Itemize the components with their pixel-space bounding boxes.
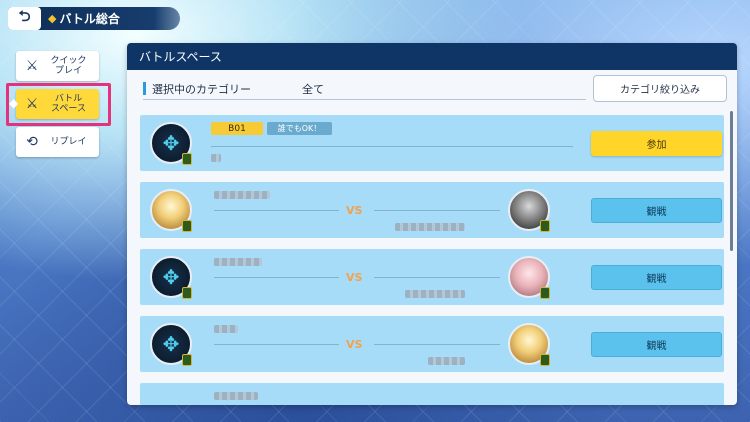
sidebar-item-replay[interactable]: ⟲ リプレイ xyxy=(16,127,99,157)
opponent-name-redacted xyxy=(428,357,465,365)
row-divider xyxy=(374,344,500,345)
sidebar-item-quick-play[interactable]: ⚔ クイック プレイ xyxy=(16,51,99,81)
join-button[interactable]: 参加 xyxy=(591,131,722,156)
player-name-redacted xyxy=(214,191,270,199)
diamond-icon: ◆ xyxy=(48,12,57,25)
back-button[interactable]: ⮌ xyxy=(8,7,41,30)
filter-label: 選択中のカテゴリー xyxy=(152,83,251,96)
scrollbar[interactable] xyxy=(730,111,733,251)
back-arrow-icon: ⮌ xyxy=(18,7,31,25)
sidebar-item-label: リプレイ xyxy=(50,137,87,147)
row-divider xyxy=(214,277,339,278)
rank-badge-icon xyxy=(182,354,192,366)
active-item-highlight xyxy=(6,83,111,126)
condition-tag: 誰でもOK！ xyxy=(267,122,332,135)
row-divider xyxy=(214,210,339,211)
opponent-name-redacted xyxy=(405,290,465,298)
battle-space-panel: バトルスペース 選択中のカテゴリー 全て カテゴリ絞り込み ✥ B01 誰でもO… xyxy=(127,43,737,405)
room-id-tag: B01 xyxy=(211,122,263,135)
crossed-swords-icon: ⚔ xyxy=(25,58,39,74)
selection-arrow-icon: ◆ xyxy=(9,96,19,110)
emblem-icon: ✥ xyxy=(162,265,180,289)
replay-icon: ⟲ xyxy=(26,134,38,150)
rank-badge-icon xyxy=(182,287,192,299)
room-row: ✥ B01 誰でもOK！ 参加 xyxy=(140,115,724,171)
emblem-icon: ✥ xyxy=(162,332,180,356)
room-row: ✥ VS 観戦 xyxy=(140,249,724,305)
page-title: バトル総合 xyxy=(59,12,120,26)
filter-divider xyxy=(143,99,586,100)
room-row xyxy=(140,383,724,405)
vs-label: VS xyxy=(346,338,363,351)
category-filter-button[interactable]: カテゴリ絞り込み xyxy=(593,75,727,102)
panel-title: バトルスペース xyxy=(127,43,737,70)
opponent-name-redacted xyxy=(395,223,465,231)
top-header: ⮌ ◆ バトル総合 xyxy=(8,7,180,30)
spectate-button[interactable]: 観戦 xyxy=(591,198,722,223)
rank-badge-icon xyxy=(182,220,192,232)
rank-badge-icon xyxy=(540,287,550,299)
vs-label: VS xyxy=(346,204,363,217)
player-name-redacted xyxy=(214,392,258,400)
row-divider xyxy=(374,210,500,211)
category-filter-row: 選択中のカテゴリー 全て カテゴリ絞り込み xyxy=(127,70,737,108)
emblem-icon: ✥ xyxy=(162,131,180,155)
room-row: VS 観戦 xyxy=(140,182,724,238)
rank-badge-icon xyxy=(540,220,550,232)
rank-badge-icon xyxy=(182,153,192,165)
spectate-button[interactable]: 観戦 xyxy=(591,265,722,290)
player-name-redacted xyxy=(214,325,238,333)
room-row: ✥ VS 観戦 xyxy=(140,316,724,372)
rank-badge-icon xyxy=(540,354,550,366)
player-name-redacted xyxy=(214,258,262,266)
sidebar-item-label: クイック プレイ xyxy=(50,56,87,76)
spectate-button[interactable]: 観戦 xyxy=(591,332,722,357)
player-name-redacted xyxy=(211,154,221,162)
filter-accent-bar xyxy=(143,82,146,95)
row-divider xyxy=(374,277,500,278)
row-divider xyxy=(214,344,339,345)
row-divider xyxy=(211,146,573,147)
filter-value: 全て xyxy=(302,83,324,96)
vs-label: VS xyxy=(346,271,363,284)
